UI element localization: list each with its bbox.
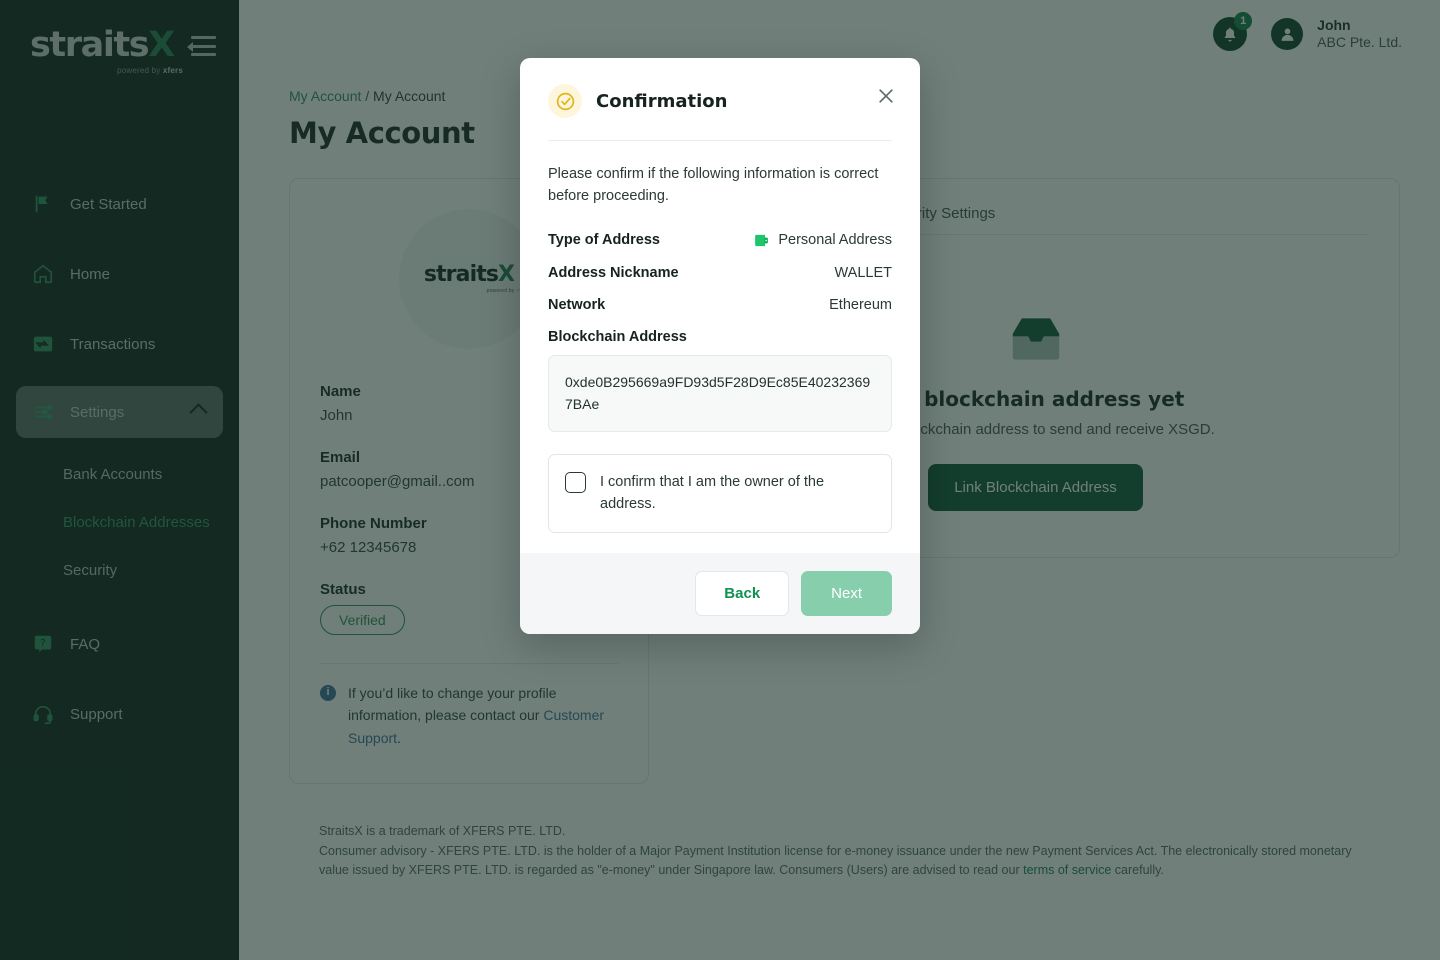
row-label: Network — [548, 296, 606, 313]
row-label: Type of Address — [548, 232, 660, 249]
modal-lead-text: Please confirm if the following informat… — [548, 166, 879, 205]
blockchain-address-value: 0xde0B295669a9FD93d5F28D9Ec85E402323697B… — [548, 354, 892, 432]
blockchain-address-label: Blockchain Address — [548, 328, 687, 345]
close-icon[interactable] — [876, 86, 896, 106]
check-circle-icon — [548, 84, 582, 118]
owner-confirmation-label: I confirm that I am the owner of the add… — [600, 473, 825, 513]
wallet-icon — [755, 234, 769, 247]
modal-body: Please confirm if the following informat… — [520, 141, 920, 553]
row-value: Ethereum — [829, 296, 892, 313]
row-value-wrap: Personal Address — [753, 232, 892, 249]
owner-confirmation-box[interactable]: I confirm that I am the owner of the add… — [548, 453, 892, 533]
row-address-nickname: Address Nickname WALLET — [548, 265, 892, 281]
row-value: Personal Address — [778, 232, 892, 249]
app-root: straitsX powered by xfers Get Started Ho… — [0, 0, 1440, 960]
back-button[interactable]: Back — [695, 570, 790, 616]
next-button[interactable]: Next — [801, 570, 892, 616]
row-type-of-address: Type of Address Personal Address — [548, 232, 892, 249]
row-value: WALLET — [834, 264, 892, 281]
modal-title: Confirmation — [596, 90, 728, 112]
row-network: Network Ethereum — [548, 297, 892, 313]
owner-confirmation-checkbox[interactable] — [565, 471, 586, 493]
modal-header: Confirmation — [520, 58, 920, 118]
confirmation-modal: Confirmation Please confirm if the follo… — [520, 58, 920, 634]
row-label: Address Nickname — [548, 264, 679, 281]
modal-footer: Back Next — [520, 552, 920, 634]
